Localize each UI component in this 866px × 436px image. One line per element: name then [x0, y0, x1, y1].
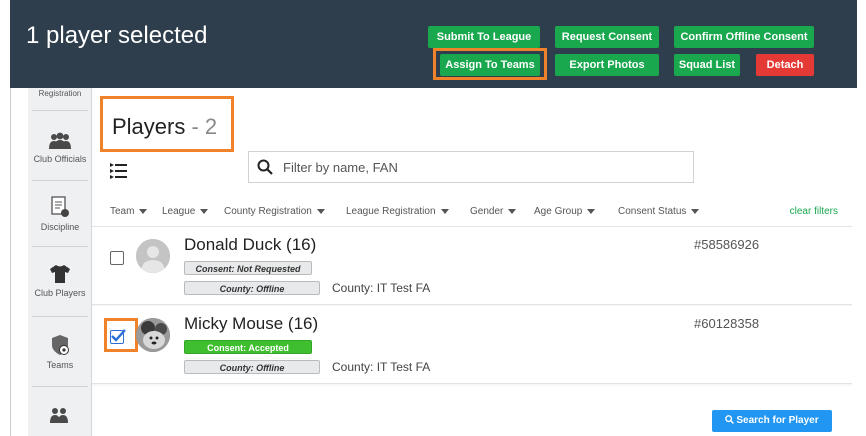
default-avatar-icon	[136, 239, 170, 273]
search-icon	[257, 159, 273, 175]
nav-item-registration[interactable]: Registration	[28, 88, 92, 98]
left-border-strip	[10, 88, 28, 436]
filter-team-label: Team	[110, 206, 135, 217]
shield-ball-icon	[52, 335, 69, 355]
nav-divider	[32, 246, 88, 247]
county-status-badge: County: Offline	[184, 281, 320, 295]
player-name[interactable]: Donald Duck (16)	[184, 235, 316, 255]
avatar	[136, 239, 170, 273]
filter-team[interactable]: Team	[110, 206, 148, 217]
chevron-down-icon	[587, 208, 596, 214]
nav-item-discipline[interactable]: Discipline	[28, 196, 92, 232]
player-fan: #58586926	[694, 237, 760, 252]
county-status-badge: County: Offline	[184, 360, 320, 374]
document-icon	[51, 196, 69, 217]
chevron-down-icon	[691, 208, 700, 214]
filter-age-group-label: Age Group	[534, 206, 583, 217]
nav-item-team-officials[interactable]	[28, 406, 92, 428]
chevron-down-icon	[200, 208, 209, 214]
search-for-player-button[interactable]: Search for Player	[712, 410, 832, 432]
avatar	[136, 318, 170, 352]
club-officials-label: Club Officials	[33, 154, 87, 164]
filter-county-registration-label: County Registration	[224, 206, 312, 217]
squad-list-button[interactable]: Squad List	[674, 54, 740, 76]
chevron-down-icon	[440, 208, 449, 214]
players-panel: Players - 2 Team League County Registrat…	[92, 88, 852, 436]
nav-item-teams[interactable]: Teams	[28, 334, 92, 370]
assign-to-teams-highlight	[433, 48, 547, 80]
clear-filters-link[interactable]: clear filters	[790, 206, 838, 217]
player-county: County: IT Test FA	[332, 360, 431, 374]
registration-label: Registration	[38, 89, 82, 98]
chevron-down-icon	[139, 208, 148, 214]
club-players-label: Club Players	[34, 288, 86, 298]
teams-label: Teams	[46, 360, 74, 370]
filter-age-group[interactable]: Age Group	[534, 206, 596, 217]
nav-divider	[32, 110, 88, 111]
player-photo-icon	[136, 318, 170, 352]
submit-to-league-button[interactable]: Submit To League	[428, 26, 540, 48]
player-list: Donald Duck (16) #58586926 Consent: Not …	[92, 226, 852, 386]
player-fan: #60128358	[694, 316, 760, 331]
shirt-icon	[50, 265, 70, 283]
filter-consent-status[interactable]: Consent Status	[618, 206, 700, 217]
players-title-highlight	[100, 96, 234, 152]
checkbox-highlight	[104, 318, 138, 352]
nav-item-club-players[interactable]: Club Players	[28, 264, 92, 298]
nav-divider	[32, 180, 88, 181]
top-header: 1 player selected Submit To League Reque…	[10, 0, 857, 88]
filter-league-registration[interactable]: League Registration	[346, 206, 449, 217]
nav-divider	[32, 316, 88, 317]
filter-league-registration-label: League Registration	[346, 206, 436, 217]
player-name[interactable]: Micky Mouse (16)	[184, 314, 318, 334]
detach-button[interactable]: Detach	[756, 54, 814, 76]
filter-gender-label: Gender	[470, 206, 504, 217]
discipline-label: Discipline	[40, 222, 80, 232]
consent-status-badge: Consent: Not Requested	[184, 261, 312, 275]
filter-bar: Team League County Registration League R…	[110, 206, 838, 224]
selection-title: 1 player selected	[26, 22, 208, 49]
export-photos-button[interactable]: Export Photos	[555, 54, 659, 76]
nav-item-club-officials[interactable]: Club Officials	[28, 132, 92, 164]
nav-divider	[32, 386, 88, 387]
search-icon	[725, 415, 735, 424]
chevron-down-icon	[508, 208, 517, 214]
filter-league[interactable]: League	[162, 206, 209, 217]
player-row[interactable]: Micky Mouse (16) #60128358 Consent: Acce…	[92, 306, 852, 384]
filter-gender[interactable]: Gender	[470, 206, 517, 217]
player-checkbox[interactable]	[110, 251, 124, 265]
chevron-down-icon	[316, 208, 325, 214]
filter-consent-status-label: Consent Status	[618, 206, 687, 217]
player-row[interactable]: Donald Duck (16) #58586926 Consent: Not …	[92, 227, 852, 305]
consent-status-badge: Consent: Accepted	[184, 340, 312, 354]
request-consent-button[interactable]: Request Consent	[555, 26, 659, 48]
filter-county-registration[interactable]: County Registration	[224, 206, 325, 217]
player-county: County: IT Test FA	[332, 281, 431, 295]
search-box	[248, 151, 694, 183]
search-for-player-label: Search for Player	[736, 415, 819, 426]
people-icon	[49, 132, 71, 149]
confirm-offline-consent-button[interactable]: Confirm Offline Consent	[674, 26, 814, 48]
people-icon	[50, 408, 68, 423]
search-input[interactable]	[283, 157, 683, 177]
filter-list-icon[interactable]	[110, 163, 128, 179]
filter-league-label: League	[162, 206, 196, 217]
side-navigation: Registration Club Officials Discipline C…	[28, 88, 92, 436]
